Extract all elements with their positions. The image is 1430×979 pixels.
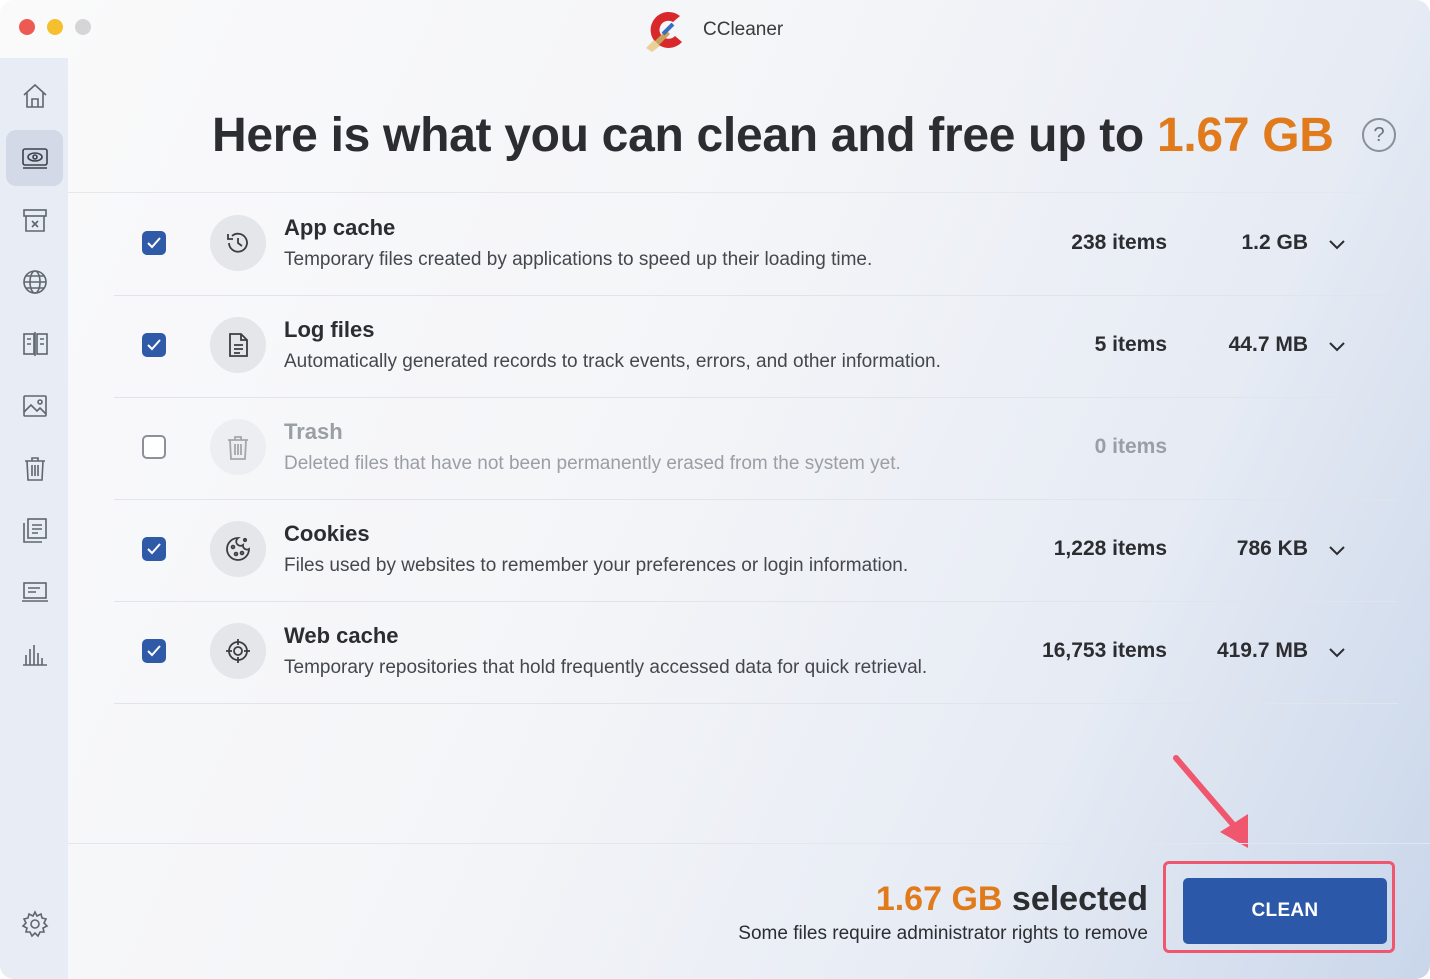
chevron-down-icon[interactable] (1326, 233, 1348, 255)
row-description: Deleted files that have not been permane… (284, 453, 901, 474)
chevron-down-icon[interactable] (1326, 335, 1348, 357)
sidebar-item-uninstaller[interactable] (6, 502, 63, 558)
row-title: Web cache (284, 623, 399, 648)
annotation-arrow-icon (1173, 755, 1248, 848)
window-title: CCleaner (703, 19, 784, 40)
sidebar-item-archive[interactable] (6, 192, 63, 248)
row-item-count: 238 items (1071, 231, 1167, 254)
settings-icon (21, 910, 48, 938)
row-description: Temporary files created by applications … (284, 249, 873, 270)
selected-label: selected (1011, 880, 1148, 918)
sidebar-item-settings[interactable] (6, 896, 63, 952)
checkmark-icon (147, 543, 161, 555)
selected-size: 1.67 GB (875, 880, 1003, 918)
row-title: Trash (284, 419, 343, 444)
sidebar-item-device[interactable] (6, 564, 63, 620)
cookies-checkbox[interactable] (142, 537, 166, 561)
document-icon (229, 333, 248, 357)
sidebar-item-home[interactable] (6, 68, 63, 124)
chevron-down-icon[interactable] (1326, 641, 1348, 663)
minimize-window-button[interactable] (47, 19, 63, 35)
home-icon (22, 83, 47, 108)
sidebar-item-trash[interactable] (6, 440, 63, 496)
checkmark-icon (147, 645, 161, 657)
checkmark-icon (147, 237, 161, 249)
total-cleanable-size: 1.67 GB (1157, 109, 1334, 162)
clean-button[interactable]: CLEAN (1183, 878, 1387, 944)
cookie-icon (226, 537, 250, 561)
web-cache-checkbox[interactable] (142, 639, 166, 663)
list-item-web-cache[interactable]: Web cache Temporary repositories that ho… (114, 601, 1398, 704)
app-cache-checkbox[interactable] (142, 231, 166, 255)
crosshair-icon (226, 639, 250, 663)
web-cache-icon-badge (210, 623, 266, 679)
help-button[interactable]: ? (1362, 118, 1396, 152)
title-bar: CCleaner (0, 0, 1430, 58)
row-item-count: 1,228 items (1053, 537, 1167, 560)
duplicate-finder-icon (22, 332, 48, 356)
footer-bar: 1.67 GB selected Some files require admi… (68, 843, 1430, 979)
trash-icon-badge (210, 419, 266, 475)
globe-icon (22, 270, 47, 294)
row-size: 786 KB (1236, 537, 1308, 560)
row-item-count: 16,753 items (1042, 639, 1167, 662)
admin-rights-note: Some files require administrator rights … (738, 923, 1148, 944)
cookies-icon-badge (210, 521, 266, 577)
list-item-app-cache[interactable]: App cache Temporary files created by app… (114, 193, 1398, 296)
app-window: CCleaner Here is what you can clean and … (0, 0, 1430, 979)
page-title-text: Here is what you can clean and free up t… (212, 109, 1144, 162)
row-title: Cookies (284, 521, 370, 546)
ccleaner-logo-icon (646, 11, 682, 52)
history-icon (227, 232, 248, 253)
row-description: Automatically generated records to track… (284, 351, 941, 372)
trash-checkbox[interactable] (142, 435, 166, 459)
photo-icon (22, 395, 47, 417)
row-description: Temporary repositories that hold frequen… (284, 657, 928, 678)
sidebar-item-photos[interactable] (6, 378, 63, 434)
archive-icon (22, 209, 47, 232)
app-cache-icon-badge (210, 215, 266, 271)
cleaner-icon (21, 148, 48, 169)
list-item-log-files[interactable]: Log files Automatically generated record… (114, 295, 1398, 398)
row-size: 1.2 GB (1241, 231, 1308, 254)
sidebar-item-browser[interactable] (6, 254, 63, 310)
log-files-checkbox[interactable] (142, 333, 166, 357)
stats-icon (22, 645, 47, 666)
trash-icon (228, 436, 248, 460)
sidebar-item-stats[interactable] (6, 626, 63, 682)
close-window-button[interactable] (19, 19, 35, 35)
row-size: 419.7 MB (1216, 639, 1308, 662)
uninstaller-icon (22, 518, 47, 543)
sidebar-item-cleaner[interactable] (6, 130, 63, 186)
row-title: Log files (284, 317, 375, 342)
trash-icon (24, 457, 45, 481)
row-size: 44.7 MB (1228, 333, 1308, 356)
row-item-count: 0 items (1094, 435, 1167, 458)
row-title: App cache (284, 215, 396, 240)
selected-summary: 1.67 GB selected (876, 880, 1148, 919)
log-files-icon-badge (210, 317, 266, 373)
checkmark-icon (147, 339, 161, 351)
sidebar (0, 58, 68, 979)
device-icon (21, 582, 48, 602)
list-item-cookies[interactable]: Cookies Files used by websites to rememb… (114, 499, 1398, 602)
page-title: Here is what you can clean and free up t… (212, 108, 1334, 163)
zoom-window-button[interactable] (75, 19, 91, 35)
row-item-count: 5 items (1094, 333, 1167, 356)
row-description: Files used by websites to remember your … (284, 555, 909, 576)
sidebar-item-duplicates[interactable] (6, 316, 63, 372)
list-item-trash[interactable]: Trash Deleted files that have not been p… (114, 397, 1398, 500)
chevron-down-icon[interactable] (1326, 539, 1348, 561)
